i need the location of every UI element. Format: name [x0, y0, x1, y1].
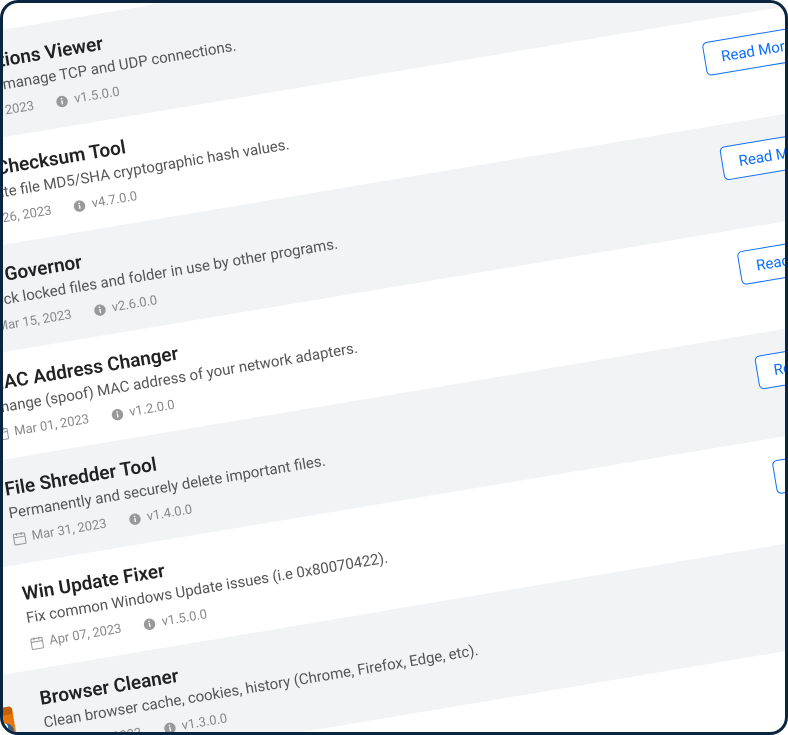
- item-date: Mar 20, 2023: [66, 726, 143, 735]
- browser-lock-icon: [0, 690, 31, 735]
- calendar-icon: [12, 531, 27, 546]
- item-version: v1.2.0.0: [128, 398, 176, 420]
- info-icon: [92, 303, 107, 318]
- info-icon: [162, 721, 177, 735]
- cycle-warn-icon: [0, 585, 13, 659]
- software-list: Connections Viewer View and manage TCP a…: [0, 0, 788, 735]
- read-more-button[interactable]: Read More: [702, 25, 788, 76]
- info-icon: [142, 617, 157, 632]
- item-version: v1.5.0.0: [161, 607, 209, 629]
- read-more-button[interactable]: Read More: [737, 234, 788, 285]
- read-more-button[interactable]: Read More: [719, 130, 788, 181]
- info-icon: [127, 512, 142, 527]
- calendar-icon: [30, 636, 45, 651]
- item-date: Apr 13, 2023: [0, 99, 35, 126]
- item-date: Mar 01, 2023: [13, 412, 90, 439]
- item-version: v1.5.0.0: [73, 85, 121, 107]
- calendar-icon: [0, 427, 10, 442]
- read-more-button[interactable]: Read More: [754, 339, 788, 390]
- item-version: v1.3.0.0: [181, 711, 229, 733]
- app-frame: Connections Viewer View and manage TCP a…: [0, 0, 788, 735]
- item-date: Mar 31, 2023: [31, 517, 108, 544]
- item-version: v4.7.0.0: [91, 189, 139, 211]
- item-date: Apr 07, 2023: [48, 622, 123, 649]
- item-date: Mar 15, 2023: [0, 307, 73, 334]
- info-icon: [110, 407, 125, 422]
- read-more-button[interactable]: Read More: [772, 443, 788, 494]
- item-version: v2.6.0.0: [111, 293, 159, 315]
- item-date: Apr 26, 2023: [0, 203, 53, 230]
- info-icon: [72, 199, 87, 214]
- item-version: v1.4.0.0: [146, 502, 194, 524]
- info-icon: [55, 94, 70, 109]
